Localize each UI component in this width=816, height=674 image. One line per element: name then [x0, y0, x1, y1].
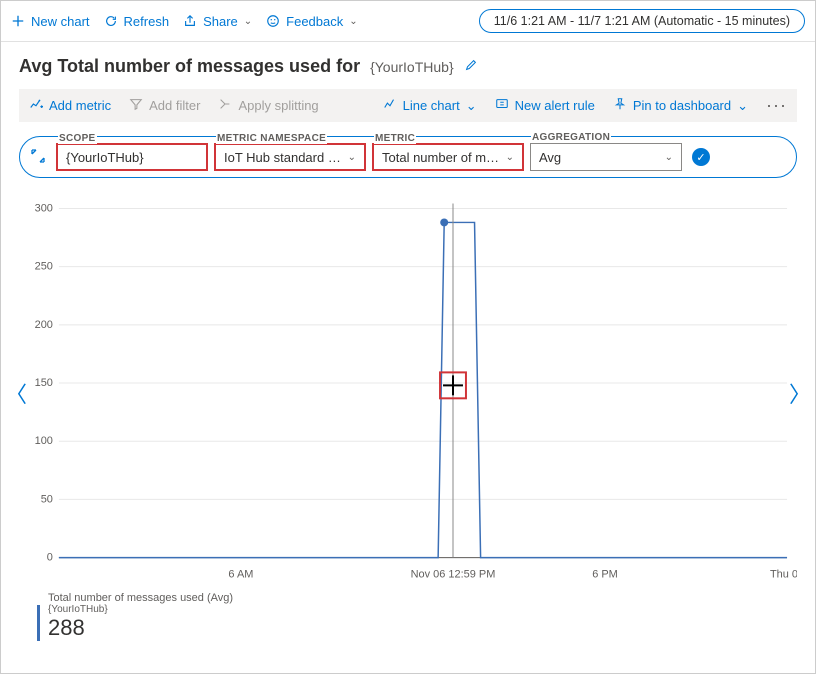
page-subtitle: {YourIoTHub}: [370, 59, 454, 75]
share-button[interactable]: Share ⌄: [183, 14, 252, 29]
svg-text:250: 250: [35, 261, 53, 273]
chevron-down-icon: ⌄: [348, 152, 356, 163]
chevron-down-icon: ⌄: [506, 152, 514, 163]
svg-text:300: 300: [35, 202, 53, 214]
legend-color-bar: [37, 605, 40, 641]
alert-icon: [495, 97, 509, 114]
add-metric-icon: [29, 97, 43, 114]
time-range-picker[interactable]: 11/6 1:21 AM - 11/7 1:21 AM (Automatic -…: [479, 9, 805, 33]
svg-text:150: 150: [35, 377, 53, 389]
svg-text:50: 50: [41, 493, 53, 505]
apply-splitting-label: Apply splitting: [238, 98, 318, 113]
page-title: Avg Total number of messages used for: [19, 56, 360, 77]
line-chart-icon: [383, 97, 397, 114]
top-toolbar: New chart Refresh Share ⌄ Feedback ⌄ 11/…: [1, 1, 815, 42]
share-label: Share: [203, 14, 238, 29]
refresh-label: Refresh: [124, 14, 170, 29]
share-icon: [183, 14, 197, 28]
legend-resource-name: {YourIoTHub}: [48, 604, 233, 615]
add-filter-label: Add filter: [149, 98, 200, 113]
aggregation-selector[interactable]: AGGREGATION Avg ⌄: [530, 143, 682, 171]
next-chart-button[interactable]: 〉: [789, 377, 811, 409]
filter-icon: [129, 97, 143, 114]
feedback-button[interactable]: Feedback ⌄: [266, 14, 357, 29]
new-alert-label: New alert rule: [515, 98, 595, 113]
pin-button[interactable]: Pin to dashboard ⌄: [613, 97, 748, 114]
apply-splitting-button[interactable]: Apply splitting: [218, 97, 318, 114]
chevron-down-icon: ⌄: [665, 152, 673, 163]
refresh-button[interactable]: Refresh: [104, 14, 170, 29]
chevron-down-icon: ⌄: [349, 16, 357, 27]
svg-text:6 AM: 6 AM: [228, 569, 253, 581]
new-alert-button[interactable]: New alert rule: [495, 97, 595, 114]
namespace-value: IoT Hub standard m...: [224, 150, 342, 165]
aggregation-value: Avg: [539, 150, 659, 165]
chart-type-label: Line chart: [403, 98, 460, 113]
chevron-down-icon: ⌄: [244, 16, 252, 27]
time-range-text: 11/6 1:21 AM - 11/7 1:21 AM (Automatic -…: [494, 14, 790, 28]
metric-toolbar: Add metric Add filter Apply splitting Li…: [19, 89, 797, 122]
svg-text:Thu 07: Thu 07: [770, 569, 797, 581]
prev-chart-button[interactable]: 〈: [5, 377, 27, 409]
chevron-down-icon: ⌄: [737, 98, 748, 114]
edit-icon[interactable]: [464, 58, 478, 75]
line-chart[interactable]: 0 50 100 150 200 250 300 6 AM Nov 06 12:59 PM 6 P…: [19, 198, 797, 588]
svg-text:100: 100: [35, 435, 53, 447]
metric-label: METRIC: [374, 133, 416, 144]
add-metric-button[interactable]: Add metric: [29, 97, 111, 114]
svg-text:200: 200: [35, 319, 53, 331]
legend-value: 288: [48, 615, 233, 641]
legend-series-name: Total number of messages used (Avg): [48, 592, 233, 604]
scope-value: {YourIoTHub}: [66, 150, 198, 165]
new-chart-button[interactable]: New chart: [11, 14, 90, 29]
metric-selector[interactable]: METRIC Total number of me... ⌄: [372, 143, 524, 171]
metric-config-bar: SCOPE {YourIoTHub} METRIC NAMESPACE IoT …: [19, 136, 797, 178]
namespace-selector[interactable]: METRIC NAMESPACE IoT Hub standard m... ⌄: [214, 143, 366, 171]
svg-text:Nov 06 12:59 PM: Nov 06 12:59 PM: [411, 569, 496, 581]
title-row: Avg Total number of messages used for {Y…: [1, 42, 815, 89]
expand-icon[interactable]: [30, 148, 46, 167]
smiley-icon: [266, 14, 280, 28]
pin-icon: [613, 97, 627, 114]
more-menu-button[interactable]: ···: [766, 95, 787, 116]
chart-area: 〈 〉 0501001502002503006 AMNov 06 12:59 P…: [19, 198, 797, 588]
chart-type-button[interactable]: Line chart ⌄: [383, 97, 477, 114]
scope-label: SCOPE: [58, 133, 97, 144]
scope-selector[interactable]: SCOPE {YourIoTHub}: [56, 143, 208, 171]
metric-value: Total number of me...: [382, 150, 500, 165]
svg-text:0: 0: [47, 552, 53, 564]
aggregation-label: AGGREGATION: [531, 132, 611, 143]
add-metric-label: Add metric: [49, 98, 111, 113]
svg-text:6 PM: 6 PM: [592, 569, 618, 581]
confirm-badge[interactable]: ✓: [692, 148, 710, 166]
plus-icon: [11, 14, 25, 28]
refresh-icon: [104, 14, 118, 28]
add-filter-button[interactable]: Add filter: [129, 97, 200, 114]
pin-label: Pin to dashboard: [633, 98, 731, 113]
feedback-label: Feedback: [286, 14, 343, 29]
chart-legend: Total number of messages used (Avg) {You…: [37, 592, 797, 641]
new-chart-label: New chart: [31, 14, 90, 29]
namespace-label: METRIC NAMESPACE: [216, 133, 327, 144]
split-icon: [218, 97, 232, 114]
chevron-down-icon: ⌄: [466, 98, 477, 114]
